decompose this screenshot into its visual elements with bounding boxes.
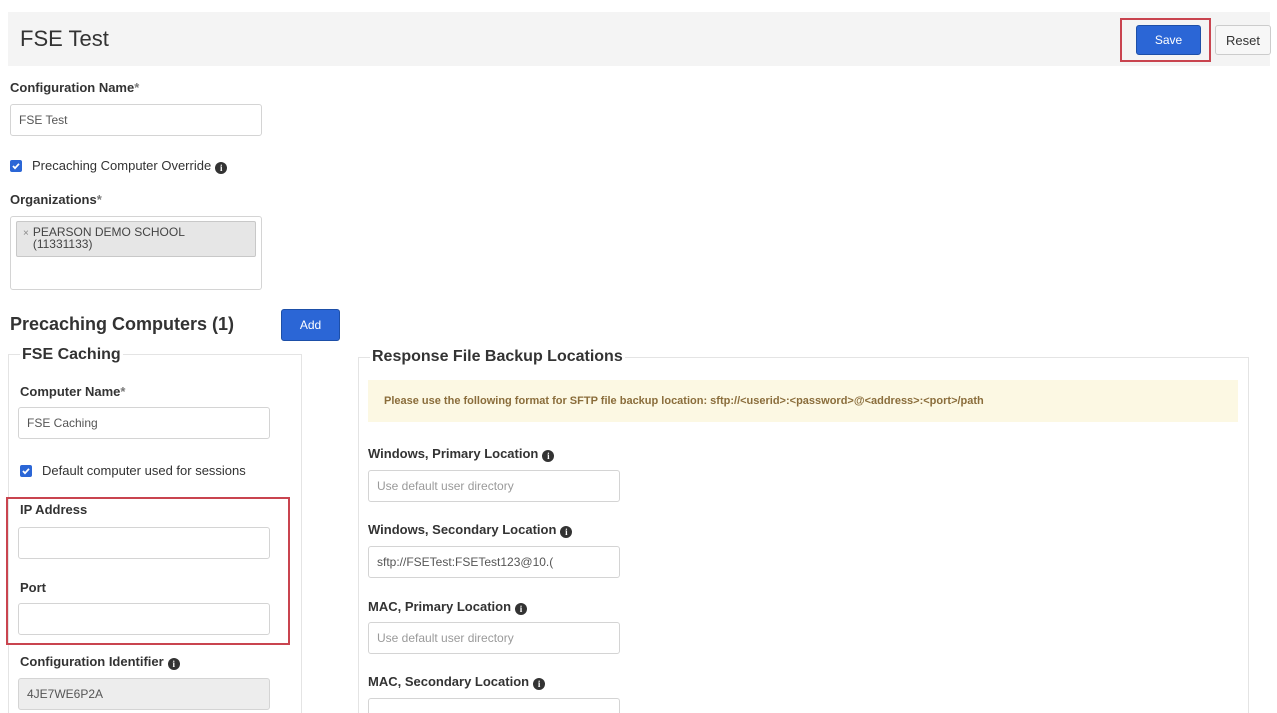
computer-heading: FSE Caching (20, 346, 123, 364)
organization-tag-label: PEARSON DEMO SCHOOL (11331133) (32, 225, 185, 251)
mac-primary-label: MAC, Primary Location i (368, 599, 528, 615)
ip-address-label: IP Address (20, 502, 88, 517)
sftp-format-notice: Please use the following format for SFTP… (368, 380, 1238, 422)
header-bar (8, 12, 1270, 66)
info-icon[interactable]: i (542, 450, 555, 462)
reset-button[interactable]: Reset (1215, 25, 1271, 55)
save-button[interactable]: Save (1136, 25, 1201, 55)
organization-tag: × PEARSON DEMO SCHOOL (11331133) (16, 221, 256, 257)
precaching-computers-heading: Precaching Computers (1) (10, 314, 235, 334)
configuration-identifier-field: 4JE7WE6P2A (18, 678, 270, 710)
mac-secondary-label: MAC, Secondary Location i (368, 674, 546, 690)
port-input[interactable] (18, 603, 270, 635)
configuration-name-input[interactable]: FSE Test (10, 104, 262, 136)
ip-address-input[interactable] (18, 527, 270, 559)
mac-secondary-input[interactable] (368, 698, 620, 713)
computer-name-input[interactable]: FSE Caching (18, 407, 270, 439)
info-icon[interactable]: i (560, 526, 573, 538)
windows-primary-input[interactable]: Use default user directory (368, 470, 620, 502)
windows-primary-label: Windows, Primary Location i (368, 446, 555, 462)
windows-secondary-input[interactable]: sftp://FSETest:FSETest123@10.( (368, 546, 620, 578)
computer-name-label: Computer Name* (20, 384, 126, 399)
info-icon[interactable]: i (167, 658, 180, 670)
precaching-override-label: Precaching Computer Override i (32, 158, 228, 174)
windows-secondary-label: Windows, Secondary Location i (368, 522, 573, 538)
add-computer-button[interactable]: Add (281, 309, 340, 341)
default-computer-label: Default computer used for sessions (42, 463, 246, 478)
page-title: FSE Test (20, 26, 109, 51)
mac-primary-input[interactable]: Use default user directory (368, 622, 620, 654)
default-computer-checkbox[interactable] (20, 465, 32, 477)
remove-icon[interactable]: × (23, 228, 29, 252)
precaching-override-checkbox[interactable] (10, 160, 22, 172)
info-icon[interactable]: i (533, 678, 546, 690)
check-icon (22, 468, 30, 475)
check-icon (12, 163, 20, 170)
configuration-name-label: Configuration Name* (10, 80, 140, 95)
port-label: Port (20, 580, 46, 595)
organizations-label: Organizations* (10, 192, 102, 207)
info-icon[interactable]: i (215, 162, 228, 174)
configuration-identifier-label: Configuration Identifier i (20, 654, 180, 670)
backup-heading: Response File Backup Locations (370, 348, 625, 366)
info-icon[interactable]: i (515, 603, 528, 615)
